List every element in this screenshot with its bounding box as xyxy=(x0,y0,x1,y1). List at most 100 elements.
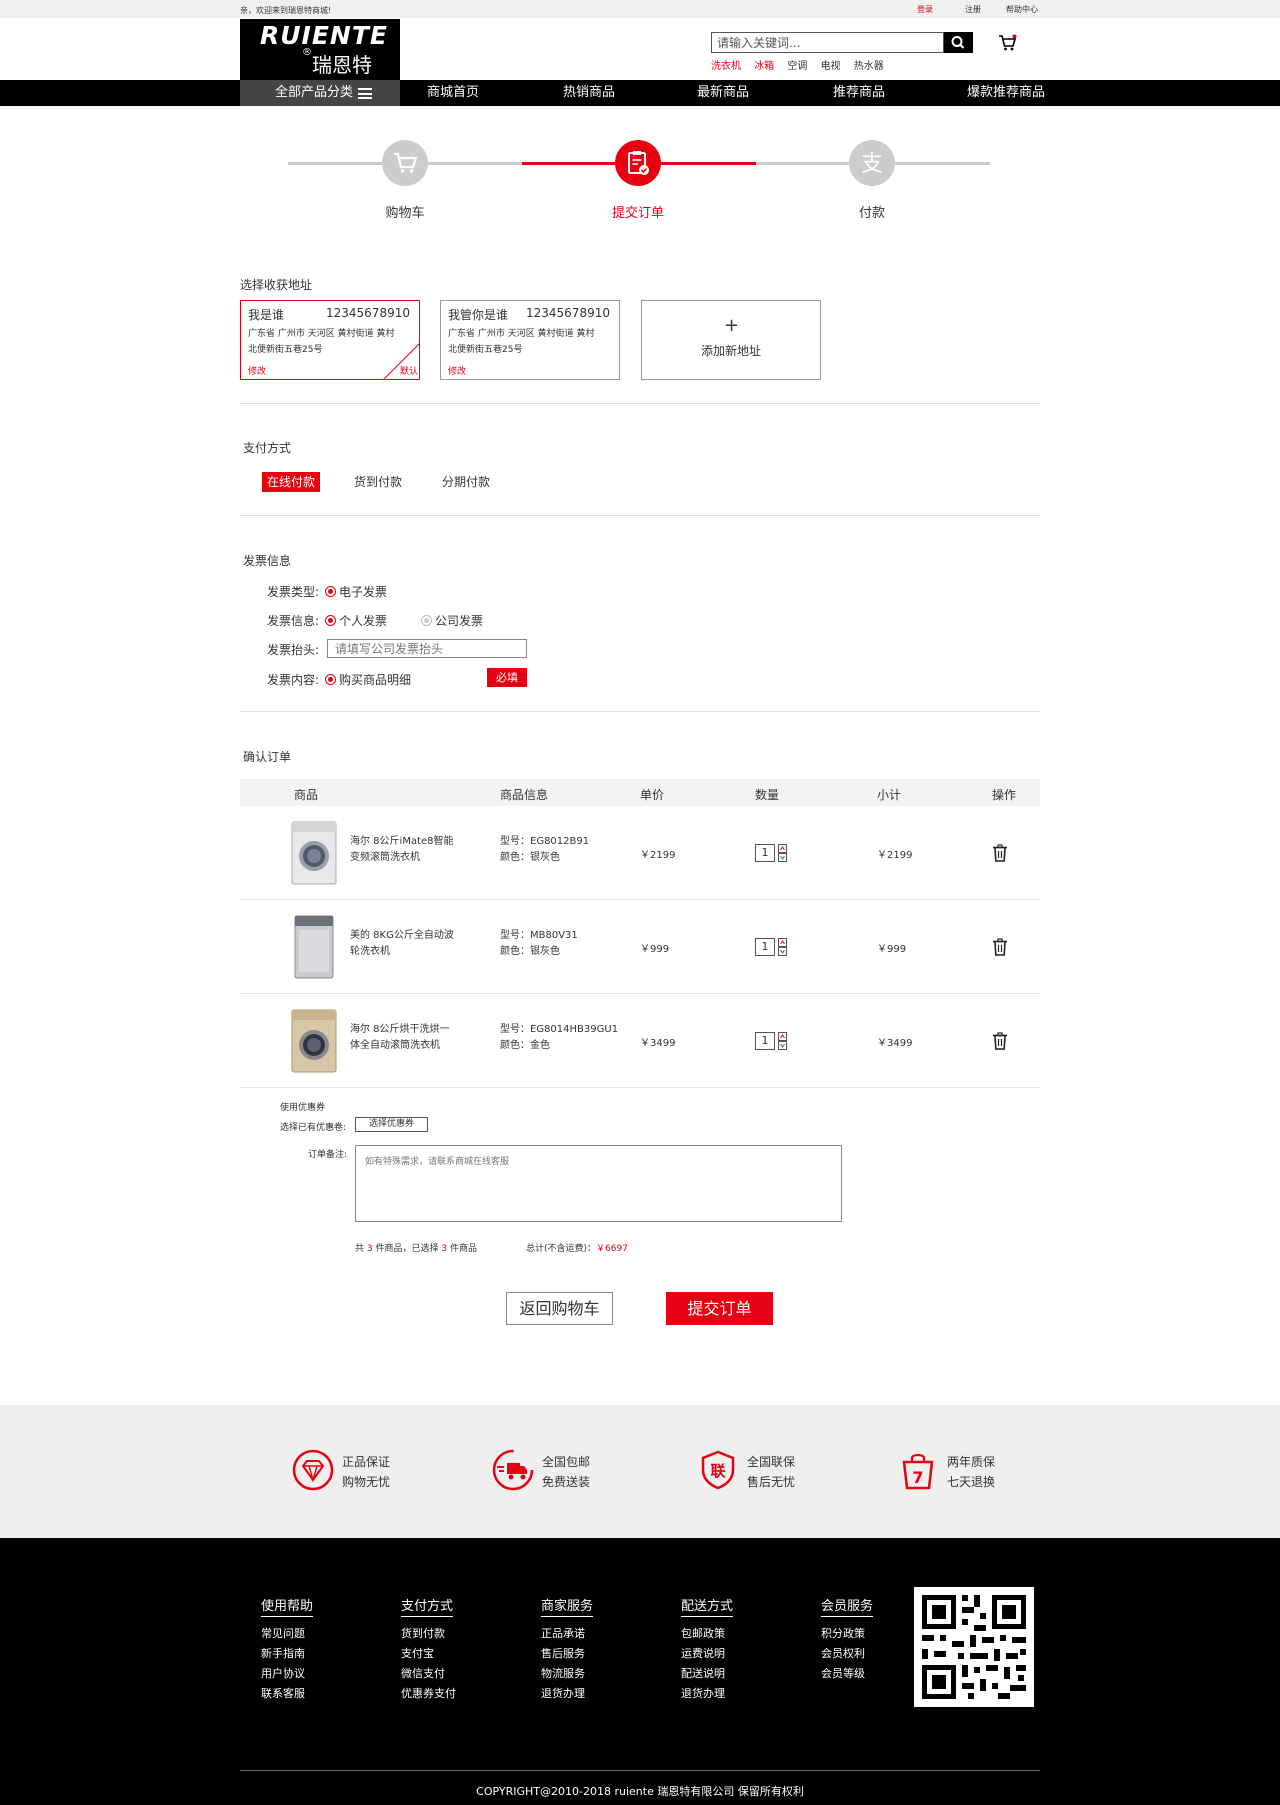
product-name[interactable]: 海尔 8公斤烘干洗烘一 体全自动滚筒洗衣机 xyxy=(350,1022,460,1054)
product-thumbnail[interactable] xyxy=(290,820,338,886)
hot-link-water-heater[interactable]: 热水器 xyxy=(854,61,884,72)
col-header-subtotal: 小计 xyxy=(877,788,902,802)
quantity-stepper[interactable] xyxy=(778,844,787,862)
footer-link[interactable]: 联系客服 xyxy=(261,1686,313,1701)
quantity-input[interactable]: 1 xyxy=(755,1032,775,1050)
product-thumbnail[interactable] xyxy=(290,1008,338,1074)
select-coupon-button[interactable]: 选择优惠券 xyxy=(355,1117,428,1132)
footer-link[interactable]: 微信支付 xyxy=(401,1666,456,1681)
cart-icon[interactable] xyxy=(998,34,1018,52)
hot-link-ac[interactable]: 空调 xyxy=(787,61,807,72)
address-card[interactable]: 我管你是谁 12345678910 广东省 广州市 天河区 黄村街道 黄村 北便… xyxy=(440,300,620,380)
address-name: 我管你是谁 xyxy=(448,308,509,322)
footer-column-member: 会员服务 积分政策 会员权利 会员等级 xyxy=(821,1595,874,1681)
quantity-stepper[interactable] xyxy=(778,1032,787,1050)
invoice-content-option[interactable]: 购买商品明细 xyxy=(325,671,411,688)
nav-item-bestseller[interactable]: 爆款推荐商品 xyxy=(967,80,1045,106)
nav-item-recommended[interactable]: 推荐商品 xyxy=(833,80,885,106)
product-name[interactable]: 美的 8KG公斤全自动波 轮洗衣机 xyxy=(350,928,460,960)
footer-link[interactable]: 会员等级 xyxy=(821,1666,873,1681)
nav-item-hot[interactable]: 热销商品 xyxy=(563,80,615,106)
welcome-text: 亲，欢迎来到瑞恩特商城! xyxy=(240,6,332,15)
guarantee-title: 正品保证 xyxy=(342,1455,391,1469)
search-button[interactable] xyxy=(944,32,973,53)
logo[interactable]: RUIENTE ® 瑞恩特 xyxy=(240,19,400,80)
guarantee-subtitle: 售后无忧 xyxy=(747,1475,796,1489)
hot-link-tv[interactable]: 电视 xyxy=(821,61,841,72)
pay-option-installment[interactable]: 分期付款 xyxy=(437,472,495,492)
registered-mark: ® xyxy=(302,47,312,58)
footer-link[interactable]: 新手指南 xyxy=(261,1646,313,1661)
search-input[interactable] xyxy=(712,33,943,52)
quantity-stepper[interactable] xyxy=(778,938,787,956)
category-menu-button[interactable]: 全部产品分类 xyxy=(240,80,400,106)
product-name[interactable]: 海尔 8公斤iMate8智能 变频滚筒洗衣机 xyxy=(350,834,460,866)
hot-link-washer[interactable]: 洗衣机 xyxy=(711,61,741,72)
nav-item-new[interactable]: 最新商品 xyxy=(697,80,749,106)
table-row: 海尔 8公斤iMate8智能 变频滚筒洗衣机 型号：EG8012B91 颜色：银灰色… xyxy=(240,806,1040,900)
quantity-input[interactable]: 1 xyxy=(755,938,775,956)
col-header-info: 商品信息 xyxy=(500,788,549,802)
register-link[interactable]: 注册 xyxy=(965,4,981,15)
default-corner-mark xyxy=(383,343,419,379)
submit-order-button[interactable]: 提交订单 xyxy=(666,1292,773,1325)
invoice-type-option[interactable]: 电子发票 xyxy=(325,583,387,600)
invoice-personal-option[interactable]: 个人发票 xyxy=(325,612,387,629)
category-label: 全部产品分类 xyxy=(275,85,354,100)
remark-label: 订单备注: xyxy=(308,1150,348,1160)
footer-link[interactable]: 积分政策 xyxy=(821,1626,873,1641)
radio-unselected-icon xyxy=(421,615,432,626)
product-info: 型号：EG8012B91 颜色：银灰色 xyxy=(500,836,590,863)
order-count-summary: 共 3 件商品，已选择 3 件商品 xyxy=(355,1244,478,1254)
trash-icon[interactable] xyxy=(992,1032,1008,1050)
product-thumbnail[interactable] xyxy=(290,914,338,980)
shield-icon: 联 xyxy=(701,1450,735,1490)
footer-column-delivery: 配送方式 包邮政策 运费说明 配送说明 退货办理 xyxy=(681,1595,734,1701)
footer-link[interactable]: 包邮政策 xyxy=(681,1626,733,1641)
address-card-default[interactable]: 我是谁 12345678910 广东省 广州市 天河区 黄村街道 黄村 北便新街… xyxy=(240,300,420,380)
footer-column-heading: 商家服务 xyxy=(541,1595,594,1617)
footer-link[interactable]: 用户协议 xyxy=(261,1666,313,1681)
submit-order-step-icon xyxy=(615,140,661,186)
login-link[interactable]: 登录 xyxy=(917,4,933,15)
guarantee-title: 全国包邮 xyxy=(542,1455,591,1469)
footer-link[interactable]: 常见问题 xyxy=(261,1626,313,1641)
plus-icon: + xyxy=(724,315,740,336)
order-remark-textarea[interactable] xyxy=(355,1145,842,1222)
order-total: 总计(不含运费)：￥6697 xyxy=(526,1244,628,1254)
footer: 使用帮助 常见问题 新手指南 用户协议 联系客服 支付方式 货到付款 支付宝 微… xyxy=(0,1538,1280,1805)
footer-link[interactable]: 退货办理 xyxy=(541,1686,593,1701)
footer-divider xyxy=(240,1770,1040,1771)
address-edit-link[interactable]: 修改 xyxy=(448,364,466,377)
add-address-button[interactable]: + 添加新地址 xyxy=(641,300,821,380)
product-info: 型号：MB80V31 颜色：银灰色 xyxy=(500,930,578,957)
back-to-cart-button[interactable]: 返回购物车 xyxy=(506,1292,613,1325)
trash-icon[interactable] xyxy=(992,844,1008,862)
total-amount: ￥6697 xyxy=(596,1244,628,1254)
address-line-1: 广东省 广州市 天河区 黄村街道 黄村 xyxy=(448,329,595,339)
search-icon xyxy=(951,36,965,49)
footer-link[interactable]: 售后服务 xyxy=(541,1646,593,1661)
nav-item-home[interactable]: 商城首页 xyxy=(427,80,479,106)
qr-code xyxy=(914,1587,1034,1707)
hot-link-fridge[interactable]: 冰箱 xyxy=(754,61,774,72)
footer-link[interactable]: 物流服务 xyxy=(541,1666,593,1681)
footer-link[interactable]: 运费说明 xyxy=(681,1646,733,1661)
radio-selected-icon xyxy=(325,615,336,626)
coupon-label: 选择已有优惠卷: xyxy=(280,1123,347,1133)
pay-option-cod[interactable]: 货到付款 xyxy=(349,472,407,492)
invoice-header-input[interactable] xyxy=(327,639,527,658)
footer-link[interactable]: 会员权利 xyxy=(821,1646,873,1661)
copyright-text: COPYRIGHT@2010-2018 ruiente 瑞恩特有限公司 保留所有… xyxy=(476,1785,804,1798)
help-center-link[interactable]: 帮助中心 xyxy=(1006,4,1038,15)
footer-link[interactable]: 优惠券支付 xyxy=(401,1686,456,1701)
footer-link[interactable]: 货到付款 xyxy=(401,1626,456,1641)
footer-link[interactable]: 配送说明 xyxy=(681,1666,733,1681)
invoice-company-option[interactable]: 公司发票 xyxy=(421,612,483,629)
trash-icon[interactable] xyxy=(992,938,1008,956)
pay-option-online[interactable]: 在线付款 xyxy=(262,472,321,492)
footer-link[interactable]: 退货办理 xyxy=(681,1686,733,1701)
footer-link[interactable]: 支付宝 xyxy=(401,1646,456,1661)
footer-link[interactable]: 正品承诺 xyxy=(541,1626,593,1641)
quantity-input[interactable]: 1 xyxy=(755,844,775,862)
